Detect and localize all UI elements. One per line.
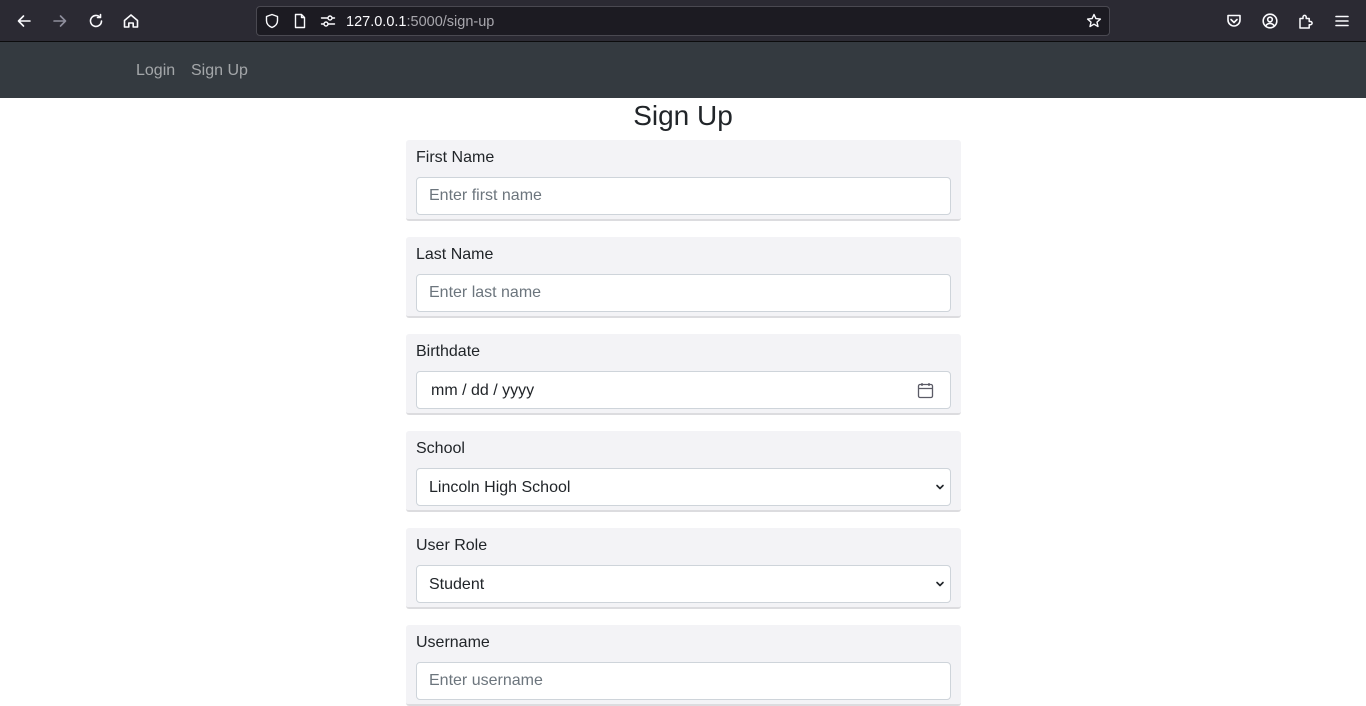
menu-button[interactable] — [1328, 7, 1356, 35]
bookmark-star-icon[interactable] — [1085, 12, 1103, 30]
nav-link-login[interactable]: Login — [136, 61, 175, 80]
username-group: Username — [406, 625, 961, 706]
account-button[interactable] — [1256, 7, 1284, 35]
last-name-group: Last Name — [406, 237, 961, 318]
extensions-icon — [1299, 14, 1313, 29]
pocket-button[interactable] — [1220, 7, 1248, 35]
reload-icon — [89, 13, 103, 28]
username-input[interactable] — [416, 662, 951, 700]
page-title: Sign Up — [633, 100, 733, 131]
school-group: School Lincoln High School — [406, 431, 961, 512]
home-icon — [123, 14, 139, 28]
back-button[interactable] — [10, 7, 38, 35]
chevron-down-icon — [936, 484, 944, 490]
school-selected-value: Lincoln High School — [429, 479, 571, 496]
reload-button[interactable] — [82, 7, 110, 35]
forward-button[interactable] — [46, 7, 74, 35]
first-name-group: First Name — [406, 140, 961, 221]
first-name-label: First Name — [416, 149, 495, 166]
nav-link-sign-up[interactable]: Sign Up — [191, 61, 248, 80]
user-role-group: User Role Student — [406, 528, 961, 609]
url-text[interactable]: 127.0.0.1:5000/sign-up — [346, 13, 494, 31]
permissions-icon[interactable] — [319, 12, 337, 30]
calendar-icon[interactable] — [917, 382, 934, 399]
birthdate-input[interactable]: mm / dd / yyyy — [416, 371, 951, 409]
school-select[interactable]: Lincoln High School — [416, 468, 951, 506]
username-label: Username — [416, 634, 490, 651]
site-navbar: Login Sign Up — [0, 42, 1366, 98]
user-role-label: User Role — [416, 537, 488, 554]
forward-arrow-icon — [53, 15, 67, 27]
user-role-selected-value: Student — [429, 576, 485, 593]
birthdate-format-hint: mm / dd / yyyy — [431, 382, 535, 399]
home-button[interactable] — [117, 7, 145, 35]
back-arrow-icon — [17, 15, 31, 27]
pocket-icon — [1227, 14, 1241, 27]
url-path: :5000/sign-up — [406, 14, 495, 30]
extensions-button[interactable] — [1292, 7, 1320, 35]
first-name-input[interactable] — [416, 177, 951, 215]
last-name-label: Last Name — [416, 246, 494, 263]
account-icon — [1262, 13, 1278, 29]
shield-icon[interactable] — [263, 12, 281, 30]
menu-icon — [1335, 15, 1349, 27]
birthdate-group: Birthdate mm / dd / yyyy — [406, 334, 961, 415]
url-bar[interactable]: 127.0.0.1:5000/sign-up — [256, 6, 1110, 36]
school-label: School — [416, 440, 465, 457]
page-icon — [291, 12, 309, 30]
user-role-select[interactable]: Student — [416, 565, 951, 603]
url-host: 127.0.0.1 — [346, 14, 407, 30]
last-name-input[interactable] — [416, 274, 951, 312]
chevron-down-icon — [936, 581, 944, 587]
birthdate-label: Birthdate — [416, 343, 481, 360]
browser-toolbar: 127.0.0.1:5000/sign-up — [0, 0, 1366, 42]
